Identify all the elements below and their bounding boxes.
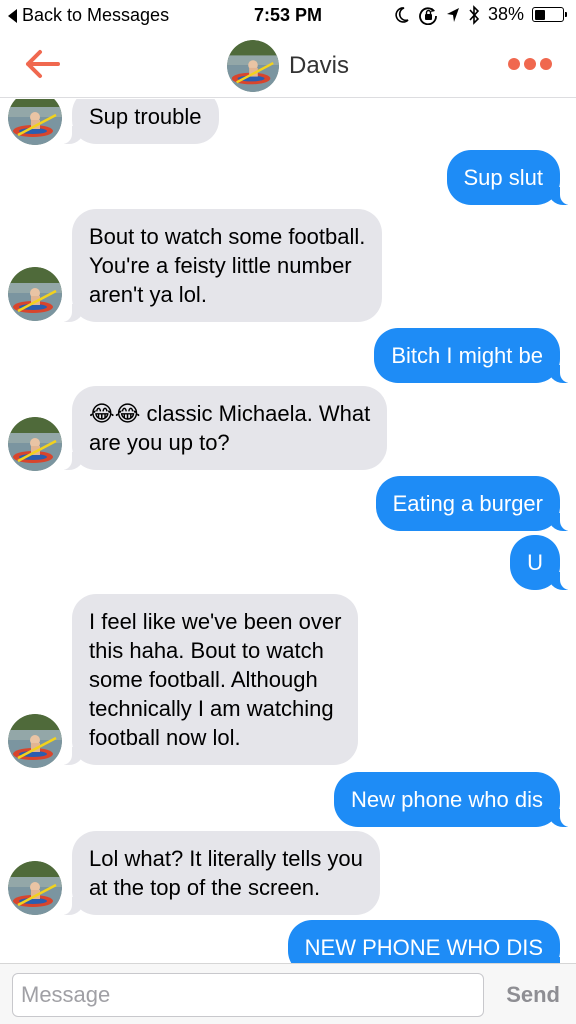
battery-percent: 38% — [487, 4, 524, 24]
incoming-message: I feel like we've been over this haha. B… — [59, 594, 359, 765]
contact-avatar — [227, 40, 279, 92]
outgoing-message: NEW PHONE WHO DIS — [287, 920, 573, 963]
status-bar: Back to Messages 7:53 PM 38% — [0, 0, 576, 32]
more-dots-icon[interactable] — [508, 58, 552, 70]
incoming-message: Bout to watch some football. You're a fe… — [59, 209, 383, 322]
contact-avatar-small — [8, 417, 62, 471]
bluetooth-icon — [469, 4, 480, 25]
rotation-lock-icon — [419, 6, 437, 25]
incoming-message: Lol what? It literally tells you at the … — [60, 831, 380, 915]
outgoing-message: New phone who dis — [333, 772, 573, 827]
location-arrow-icon — [446, 7, 459, 22]
incoming-message: Sup trouble — [60, 99, 219, 144]
contact-info[interactable]: Davis — [0, 40, 576, 92]
message-list[interactable]: Sup trouble Sup slut Bout to watch some … — [0, 99, 576, 963]
outgoing-message: U — [510, 535, 572, 590]
battery-icon — [532, 7, 567, 22]
chat-header: Davis — [0, 32, 576, 98]
moon-icon — [395, 6, 409, 23]
incoming-message: 😂😂 classic Michaela. What are you up to? — [59, 386, 388, 470]
composer-bar: Send — [0, 963, 576, 1024]
send-button[interactable]: Send — [506, 982, 560, 1008]
contact-name: Davis — [288, 52, 349, 79]
contact-avatar-small — [8, 99, 62, 145]
battery-level — [534, 9, 545, 20]
outgoing-message: Eating a burger — [375, 476, 573, 531]
contact-avatar-small — [8, 267, 62, 321]
outgoing-message: Bitch I might be — [374, 328, 572, 383]
message-input[interactable] — [12, 973, 484, 1017]
status-icons: 38% — [394, 4, 567, 25]
contact-avatar-small — [8, 861, 62, 915]
contact-avatar-small — [8, 714, 62, 768]
outgoing-message: Sup slut — [446, 150, 572, 205]
